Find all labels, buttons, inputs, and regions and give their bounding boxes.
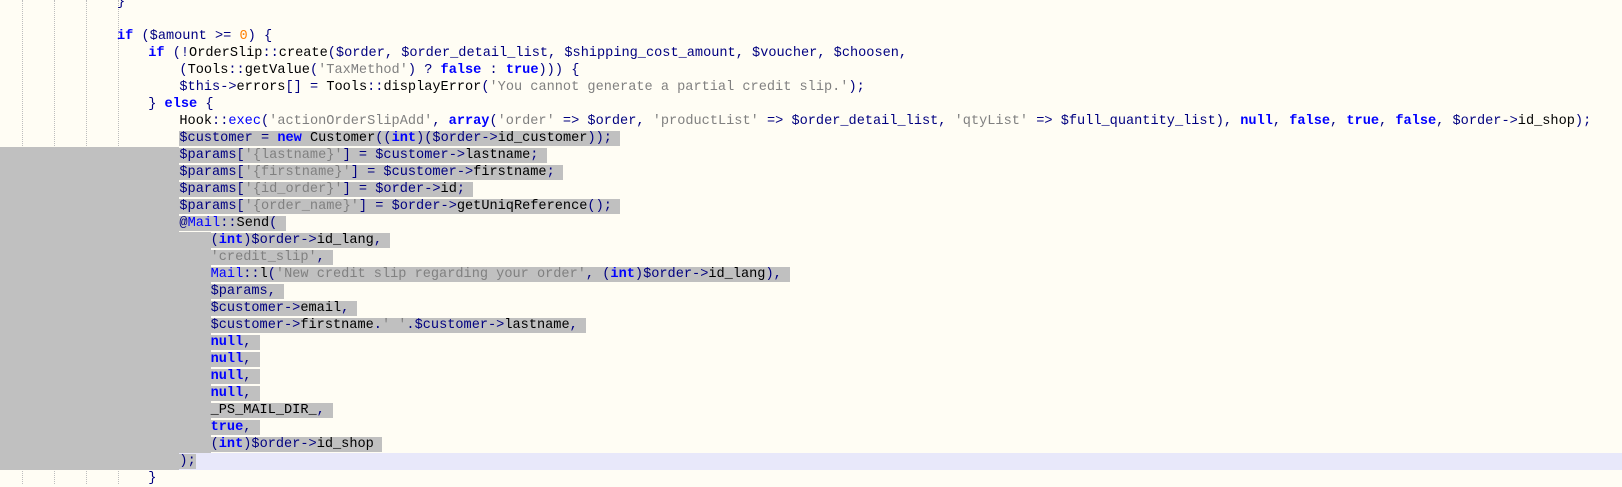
code-text: 'credit_slip', <box>210 249 333 266</box>
code-line[interactable]: if ($amount >= 0) { <box>0 28 1622 45</box>
code-text: if ($amount >= 0) { <box>117 29 273 44</box>
code-text: $params['{order_name}'] = $order->getUni… <box>179 198 621 215</box>
selection-highlight <box>0 351 211 368</box>
code-text: $params, <box>210 283 285 300</box>
code-line[interactable]: Mail::l('New credit slip regarding your … <box>0 266 1622 283</box>
code-line[interactable]: if (!OrderSlip::create($order, $order_de… <box>0 45 1622 62</box>
code-text: null, <box>210 368 260 385</box>
code-line[interactable]: ); <box>0 453 1622 470</box>
code-line[interactable]: } else { <box>0 96 1622 113</box>
selection-highlight <box>0 419 211 436</box>
code-line[interactable]: null, <box>0 334 1622 351</box>
code-line[interactable]: (int)$order->id_shop <box>0 436 1622 453</box>
code-line[interactable]: Hook::exec('actionOrderSlipAdd', array('… <box>0 113 1622 130</box>
code-text: null, <box>210 334 260 351</box>
selection-highlight <box>0 453 180 470</box>
code-lines[interactable]: } if ($amount >= 0) {if (!OrderSlip::crea… <box>0 0 1622 487</box>
selection-highlight <box>0 385 211 402</box>
code-text: } <box>117 0 126 10</box>
code-line[interactable]: $customer->firstname.' '.$customer->last… <box>0 317 1622 334</box>
selection-highlight <box>0 317 211 334</box>
code-text: (int)$order->id_lang, <box>210 232 391 249</box>
code-text: } else { <box>148 97 214 112</box>
selection-highlight <box>0 334 211 351</box>
code-text: $params['{id_order}'] = $order->id; <box>179 181 474 198</box>
code-text: ); <box>179 454 196 469</box>
code-text: $customer->email, <box>210 300 358 317</box>
selection-highlight <box>0 300 211 317</box>
code-line[interactable]: null, <box>0 368 1622 385</box>
code-line[interactable]: $params['{id_order}'] = $order->id; <box>0 181 1622 198</box>
code-text: _PS_MAIL_DIR_, <box>210 402 333 419</box>
code-line[interactable]: } <box>0 0 1622 11</box>
selection-highlight <box>0 215 180 232</box>
code-line[interactable] <box>0 11 1622 28</box>
code-line[interactable]: (int)$order->id_lang, <box>0 232 1622 249</box>
code-text: $customer = new Customer((int)($order->i… <box>179 130 621 147</box>
code-text: null, <box>210 351 260 368</box>
code-text: Hook::exec('actionOrderSlipAdd', array('… <box>179 114 1592 129</box>
code-text: $this->errors[] = Tools::displayError('Y… <box>179 80 865 95</box>
code-text: $params['{lastname}'] = $customer->lastn… <box>179 147 547 164</box>
code-line[interactable]: @Mail::Send( <box>0 215 1622 232</box>
code-line[interactable]: $params['{order_name}'] = $order->getUni… <box>0 198 1622 215</box>
selection-highlight <box>0 266 211 283</box>
code-text: true, <box>210 419 260 436</box>
code-line[interactable]: (Tools::getValue('TaxMethod') ? false : … <box>0 62 1622 79</box>
code-text: $customer->firstname.' '.$customer->last… <box>210 317 586 334</box>
code-line[interactable]: 'credit_slip', <box>0 249 1622 266</box>
code-text: if (!OrderSlip::create($order, $order_de… <box>148 46 908 61</box>
code-line[interactable]: true, <box>0 419 1622 436</box>
code-text: Mail::l('New credit slip regarding your … <box>210 266 790 283</box>
code-text: (Tools::getValue('TaxMethod') ? false : … <box>179 63 580 78</box>
selection-highlight <box>0 402 211 419</box>
code-text: $params['{firstname}'] = $customer->firs… <box>179 164 563 181</box>
code-text: } <box>148 471 157 486</box>
code-line[interactable]: _PS_MAIL_DIR_, <box>0 402 1622 419</box>
code-text: (int)$order->id_shop <box>210 436 382 453</box>
selection-highlight <box>0 368 211 385</box>
code-line[interactable]: null, <box>0 351 1622 368</box>
code-line[interactable]: } <box>0 470 1622 487</box>
selection-highlight <box>0 164 180 181</box>
selection-highlight <box>0 147 180 164</box>
code-line[interactable]: $params, <box>0 283 1622 300</box>
code-line[interactable]: $customer = new Customer((int)($order->i… <box>0 130 1622 147</box>
code-line[interactable]: $this->errors[] = Tools::displayError('Y… <box>0 79 1622 96</box>
selection-highlight <box>0 283 211 300</box>
selection-highlight <box>0 181 180 198</box>
code-line[interactable]: $customer->email, <box>0 300 1622 317</box>
code-line[interactable]: null, <box>0 385 1622 402</box>
selection-highlight <box>0 249 211 266</box>
code-editor[interactable]: } if ($amount >= 0) {if (!OrderSlip::crea… <box>0 0 1622 487</box>
selection-highlight <box>0 232 211 249</box>
code-text: @Mail::Send( <box>179 215 286 232</box>
code-text: null, <box>210 385 260 402</box>
code-line[interactable]: $params['{lastname}'] = $customer->lastn… <box>0 147 1622 164</box>
code-line[interactable]: $params['{firstname}'] = $customer->firs… <box>0 164 1622 181</box>
selection-highlight <box>0 198 180 215</box>
selection-highlight <box>0 436 211 453</box>
